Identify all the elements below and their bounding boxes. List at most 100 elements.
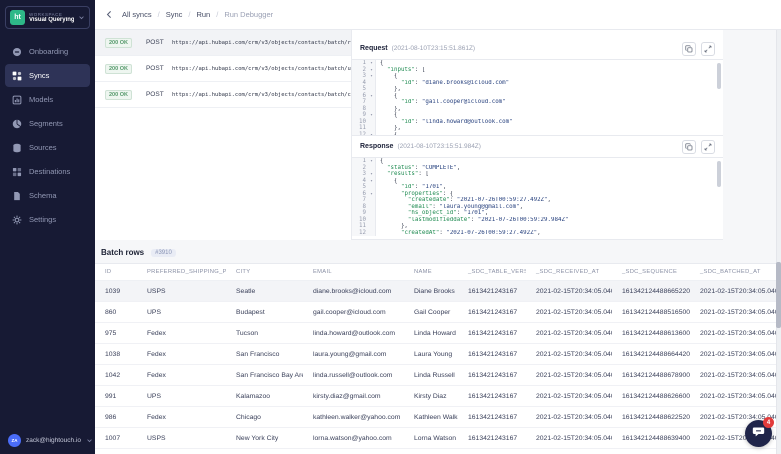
detail-panels: Request (2021-08-10T23:15:51.861Z) 1▾{2▾… (352, 30, 723, 240)
table-cell: 1613421243167 (458, 288, 526, 295)
table-cell: 860 (95, 309, 137, 316)
table-row[interactable]: 860UPSBudapestgail.cooper@icloud.comGail… (95, 302, 781, 323)
request-method: POST (146, 65, 172, 72)
sidebar-item-schema[interactable]: Schema (5, 184, 90, 207)
sidebar-item-onboarding[interactable]: Onboarding (5, 40, 90, 63)
onboarding-icon (12, 47, 22, 57)
schema-icon (12, 191, 22, 201)
sidebar-nav: Onboarding SyncsModelsSegmentsSources Dest… (0, 39, 95, 427)
table-cell: 2021-02-15T20:34:05.040Z (526, 351, 612, 358)
table-cell: 1613421244886266000 (612, 393, 690, 400)
table-cell: linda.russell@outlook.com (303, 372, 404, 379)
table-row[interactable]: 1039USPSSeatlediane.brooks@icloud.comDia… (95, 281, 781, 302)
table-cell: San Francisco Bay Area (226, 372, 303, 379)
line-number: 12 (352, 230, 368, 237)
fold-marker (368, 230, 376, 237)
request-panel-header: Request (2021-08-10T23:15:51.861Z) (352, 38, 723, 59)
sidebar-item-syncs[interactable]: Syncs (5, 64, 90, 87)
breadcrumb-item[interactable]: Sync (166, 10, 183, 19)
table-cell: 986 (95, 414, 137, 421)
expand-response-button[interactable] (701, 140, 715, 154)
code-line: 12 "createdAt": "2021-07-26T00:59:27.492… (352, 230, 723, 237)
request-url: https://api.hubapi.com/crm/v3/objects/co… (172, 66, 351, 72)
request-method: POST (146, 91, 172, 98)
table-cell: 1038 (95, 351, 137, 358)
table-cell: Linda Howard (404, 330, 458, 337)
request-panel-title: Request (360, 45, 388, 52)
table-cell: kirsty.diaz@gmail.com (303, 393, 404, 400)
column-header: _SDC_SEQUENCE (612, 269, 690, 275)
status-badge: 200 OK (105, 64, 132, 74)
table-cell: USPS (137, 288, 226, 295)
page-scrollbar-thumb[interactable] (776, 262, 781, 328)
response-scrollbar[interactable] (717, 161, 721, 187)
sidebar-item-models[interactable]: Models (5, 88, 90, 111)
copy-response-button[interactable] (682, 140, 696, 154)
request-list: 200 OKPOSThttps://api.hubapi.com/crm/v3/… (95, 30, 352, 240)
page-scrollbar[interactable] (776, 30, 781, 454)
breadcrumb-item[interactable]: All syncs (122, 10, 152, 19)
request-scrollbar[interactable] (717, 63, 721, 89)
sidebar-item-label: Onboarding (29, 47, 68, 56)
table-cell: 1613421243167 (458, 414, 526, 421)
request-url: https://api.hubapi.com/crm/v3/objects/co… (172, 92, 351, 98)
table-cell: 975 (95, 330, 137, 337)
breadcrumb-item[interactable]: Run (196, 10, 210, 19)
sources-icon (12, 143, 22, 153)
table-cell: UPS (137, 393, 226, 400)
request-row[interactable]: 200 OKPOSThttps://api.hubapi.com/crm/v3/… (95, 30, 351, 56)
table-cell: 1613421243167 (458, 372, 526, 379)
workspace-switcher[interactable]: ht WORKSPACE Visual Querying D... (5, 6, 90, 29)
table-cell: 1042 (95, 372, 137, 379)
back-button[interactable] (105, 10, 114, 19)
column-header: ID (95, 269, 137, 275)
code-line: 12▾ { (352, 132, 723, 137)
breadcrumb-separator: / (158, 10, 160, 19)
request-row[interactable]: 200 OKPOSThttps://api.hubapi.com/crm/v3/… (95, 82, 351, 108)
table-cell: Budapest (226, 309, 303, 316)
table-row[interactable]: 1038FedexSan Franciscolaura.young@gmail.… (95, 344, 781, 365)
response-panel-title: Response (360, 143, 393, 150)
sidebar-item-segments[interactable]: Segments (5, 112, 90, 135)
status-badge: 200 OK (105, 38, 132, 48)
copy-request-button[interactable] (682, 42, 696, 56)
breadcrumb-separator: / (188, 10, 190, 19)
table-cell: 2021-02-15T20:34:05.040Z (690, 393, 781, 400)
table-row[interactable]: 1007USPSNew York Citylorna.watson@yahoo.… (95, 428, 781, 449)
request-row[interactable]: 200 OK POSThttps://api.hubapi.com/crm/v3/… (95, 56, 351, 82)
table-row[interactable]: 975FedexTucsonlinda.howard@outlook.comLi… (95, 323, 781, 344)
table-row[interactable]: 986FedexChicagokathleen.walker@yahoo.com… (95, 407, 781, 428)
destinations-icon (12, 167, 22, 177)
column-header: PREFERRED_SHIPPING_PROVIDER (137, 269, 226, 275)
sidebar-item-destinations[interactable]: Destinations (5, 160, 90, 183)
code-text: "createdAt": "2021-07-26T00:59:27.492Z", (376, 230, 541, 237)
table-cell: 2021-02-15T20:34:05.040Z (690, 288, 781, 295)
table-cell: 2021-02-15T20:34:05.040Z (526, 372, 612, 379)
sidebar-item-sources[interactable]: Sources (5, 136, 90, 159)
expand-request-button[interactable] (701, 42, 715, 56)
user-menu[interactable]: ZA zack@hightouch.io (0, 427, 95, 454)
breadcrumb: All syncs/Sync/Run/Run Debugger (122, 10, 273, 19)
user-email: zack@hightouch.io (26, 437, 81, 444)
breadcrumb-item[interactable]: Run Debugger (224, 10, 273, 19)
table-cell: 1613421243167 (458, 393, 526, 400)
sidebar-item-label: Schema (29, 191, 57, 200)
table-cell: 2021-02-15T20:34:05.040Z (526, 435, 612, 442)
table-cell: 1613421244886789000 (612, 372, 690, 379)
sidebar-item-settings[interactable]: Settings (5, 208, 90, 231)
table-cell: lorna.watson@yahoo.com (303, 435, 404, 442)
table-row[interactable]: 1042FedexSan Francisco Bay Arealinda.rus… (95, 365, 781, 386)
fold-marker[interactable]: ▾ (368, 132, 376, 137)
chat-launcher[interactable]: 4 (745, 420, 772, 447)
batch-count-badge: #3910 (151, 249, 176, 257)
sidebar-item-label: Destinations (29, 167, 70, 176)
line-number: 12 (352, 132, 368, 137)
table-cell: 1613421244885165000 (612, 309, 690, 316)
copy-icon (685, 41, 693, 56)
batch-rows-section: Batch rows #3910 IDPREFERRED_SHIPPING_PR… (95, 240, 781, 454)
expand-icon (704, 139, 712, 154)
table-cell: 1613421243167 (458, 351, 526, 358)
main-area: All syncs/Sync/Run/Run Debugger 200 OKPO… (95, 0, 781, 454)
table-row[interactable]: 991UPSKalamazookirsty.diaz@gmail.comKirs… (95, 386, 781, 407)
table-cell: San Francisco (226, 351, 303, 358)
